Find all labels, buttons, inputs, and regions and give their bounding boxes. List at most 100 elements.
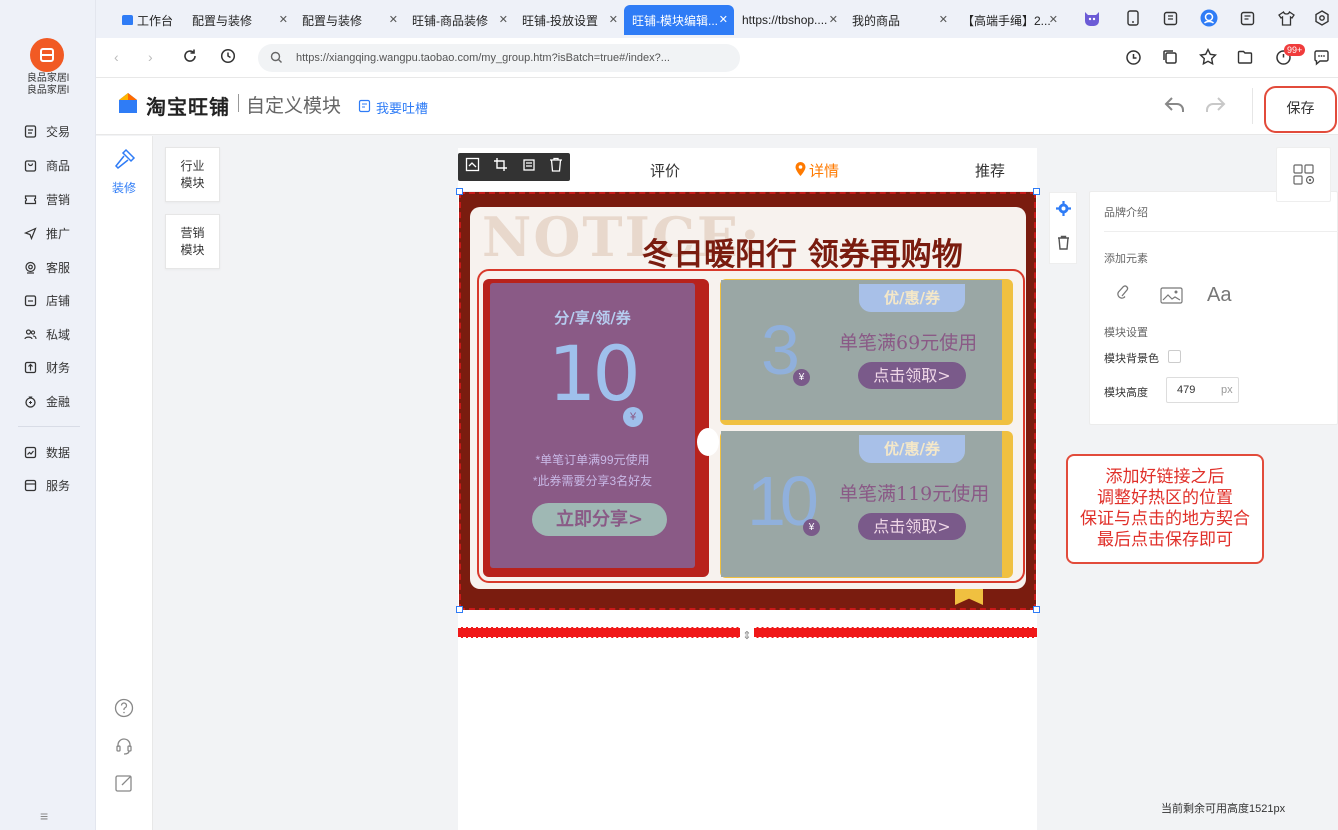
layers-icon[interactable] bbox=[521, 157, 536, 177]
claim-coupon-2-button[interactable]: 点击领取> bbox=[858, 513, 966, 540]
currency-badge: ¥ bbox=[803, 519, 820, 536]
tab-tbshop[interactable]: https://tbshop.... ✕ bbox=[734, 5, 844, 35]
module-toolbar bbox=[458, 153, 570, 181]
resize-handle[interactable] bbox=[1033, 188, 1040, 195]
tab-my-products[interactable]: 我的商品 ✕ bbox=[844, 5, 954, 35]
close-icon[interactable]: ✕ bbox=[279, 13, 288, 26]
menu-collapse-icon[interactable]: ≡ bbox=[40, 808, 48, 824]
sidebar-item-goods[interactable]: 商品 bbox=[22, 155, 70, 175]
tab-config-2[interactable]: 配置与装修 ✕ bbox=[294, 5, 404, 35]
close-icon[interactable]: ✕ bbox=[719, 13, 728, 26]
sidebar-item-label: 数据 bbox=[46, 445, 71, 460]
forward-icon[interactable]: › bbox=[148, 49, 153, 65]
redo-icon[interactable] bbox=[1204, 96, 1226, 119]
close-icon[interactable]: ✕ bbox=[1049, 13, 1058, 26]
close-icon[interactable]: ✕ bbox=[389, 13, 398, 26]
refresh-pin-icon[interactable] bbox=[1125, 49, 1142, 71]
folder-icon[interactable] bbox=[1237, 49, 1253, 70]
url-field[interactable]: https://xiangqing.wangpu.taobao.com/my_g… bbox=[258, 44, 740, 72]
tab-detail[interactable]: 详情 bbox=[795, 160, 839, 181]
share-coupon-amount: 10 bbox=[548, 329, 641, 418]
back-icon[interactable]: ‹ bbox=[114, 49, 119, 65]
account-icon[interactable] bbox=[1199, 8, 1219, 28]
text-element-icon[interactable]: Aa bbox=[1207, 284, 1231, 307]
sidebar-item-services[interactable]: 服务 bbox=[22, 475, 70, 495]
brand-logo-icon bbox=[118, 92, 138, 119]
edit-note-icon bbox=[358, 99, 372, 116]
image-icon[interactable] bbox=[1160, 287, 1183, 309]
edit-icon[interactable] bbox=[114, 773, 134, 798]
sidebar-item-finance[interactable]: 财务 bbox=[22, 357, 70, 377]
close-icon[interactable]: ✕ bbox=[939, 13, 948, 26]
reload-icon[interactable] bbox=[182, 48, 198, 69]
star-icon[interactable] bbox=[1198, 47, 1218, 71]
resize-handle[interactable] bbox=[456, 606, 463, 613]
tab-product-decor[interactable]: 旺铺-商品装修 ✕ bbox=[404, 5, 514, 35]
crop-icon[interactable] bbox=[493, 157, 508, 177]
decorate-tool-label[interactable]: 装修 bbox=[112, 179, 136, 196]
close-icon[interactable]: ✕ bbox=[499, 13, 508, 26]
tab-config-1[interactable]: 配置与装修 ✕ bbox=[184, 5, 294, 35]
coupon-1[interactable]: 优/惠/券 3 ¥ 单笔满69元使用 点击领取> bbox=[721, 280, 1002, 420]
trash-icon[interactable] bbox=[549, 157, 563, 177]
height-label: 模块高度 bbox=[1104, 387, 1148, 399]
hammer-icon[interactable] bbox=[114, 148, 136, 175]
sidebar-item-service-chat[interactable]: 客服 bbox=[22, 257, 70, 277]
undo-icon[interactable] bbox=[1164, 96, 1186, 119]
remaining-height-text: 当前剩余可用高度1521px bbox=[1161, 803, 1286, 815]
chat-icon[interactable] bbox=[1313, 49, 1330, 71]
sidebar-item-private[interactable]: 私域 bbox=[22, 324, 70, 344]
tab-recommend[interactable]: 推荐 bbox=[975, 160, 1005, 181]
bag-icon bbox=[22, 157, 38, 173]
resize-handle[interactable] bbox=[456, 188, 463, 195]
share-now-button[interactable]: 立即分享> bbox=[532, 503, 667, 536]
claim-coupon-1-button[interactable]: 点击领取> bbox=[858, 362, 966, 389]
book-icon[interactable] bbox=[1160, 8, 1180, 28]
feedback-label: 我要吐槽 bbox=[376, 101, 429, 116]
store-logo[interactable] bbox=[30, 38, 64, 72]
module-actions bbox=[1049, 192, 1077, 264]
sidebar-item-banking[interactable]: 金融 bbox=[22, 391, 70, 411]
sidebar-item-promotion[interactable]: 推广 bbox=[22, 223, 70, 243]
close-icon[interactable]: ✕ bbox=[829, 13, 838, 26]
industry-module-button[interactable]: 行业模块 bbox=[165, 147, 220, 202]
tab-label: 旺铺-商品装修 bbox=[412, 13, 488, 28]
resize-vertical-icon[interactable]: ⇕ bbox=[740, 627, 754, 645]
tab-label: 配置与装修 bbox=[302, 13, 363, 28]
sidebar-item-store[interactable]: 店铺 bbox=[22, 290, 70, 310]
tab-placement[interactable]: 旺铺-投放设置 ✕ bbox=[514, 5, 624, 35]
share-coupon[interactable]: 分/享/领/券 10 ¥ *单笔订单满99元使用 *此券需要分享3名好友 立即分… bbox=[490, 283, 695, 568]
sidebar-item-data[interactable]: 数据 bbox=[22, 442, 70, 462]
height-input[interactable]: 479 px bbox=[1166, 377, 1239, 403]
sidebar-item-marketing[interactable]: 营销 bbox=[22, 189, 70, 209]
tab-module-edit[interactable]: 旺铺-模块编辑... ✕ bbox=[624, 5, 734, 35]
resize-handle[interactable] bbox=[1033, 606, 1040, 613]
gear-icon[interactable] bbox=[1056, 201, 1071, 221]
link-icon[interactable] bbox=[1116, 285, 1132, 308]
tab-label: 旺铺-模块编辑... bbox=[632, 13, 718, 28]
grid-settings-icon bbox=[1293, 164, 1316, 191]
layout-settings-button[interactable] bbox=[1276, 147, 1331, 202]
marketing-module-button[interactable]: 营销模块 bbox=[165, 214, 220, 269]
phone-icon[interactable] bbox=[1123, 8, 1143, 28]
tab-review[interactable]: 评价 bbox=[650, 160, 680, 181]
history-icon[interactable] bbox=[220, 48, 236, 69]
bg-color-picker[interactable] bbox=[1168, 350, 1181, 363]
trash-icon[interactable] bbox=[1057, 235, 1070, 255]
help-icon[interactable] bbox=[114, 698, 134, 723]
notes-icon[interactable] bbox=[1237, 8, 1257, 28]
save-button[interactable]: 保存 bbox=[1264, 86, 1337, 133]
cat-mascot-icon[interactable] bbox=[1082, 8, 1102, 28]
shirt-icon[interactable] bbox=[1276, 8, 1296, 28]
customer-service-icon[interactable] bbox=[114, 736, 134, 761]
close-icon[interactable]: ✕ bbox=[609, 13, 618, 26]
copy-icon[interactable] bbox=[1162, 49, 1178, 70]
tab-bracelet[interactable]: 【高端手绳】2... ✕ bbox=[954, 5, 1064, 35]
feedback-link[interactable]: 我要吐槽 bbox=[358, 98, 428, 117]
replace-image-icon[interactable] bbox=[465, 157, 480, 177]
tab-label: 我的商品 bbox=[852, 13, 901, 28]
settings-circle-icon[interactable] bbox=[1312, 8, 1332, 28]
add-element-label: 添加元素 bbox=[1104, 253, 1148, 265]
sidebar-item-trade[interactable]: 交易 bbox=[22, 121, 70, 141]
coupon-2[interactable]: 优/惠/券 10 ¥ 单笔满119元使用 点击领取> bbox=[721, 431, 1002, 577]
